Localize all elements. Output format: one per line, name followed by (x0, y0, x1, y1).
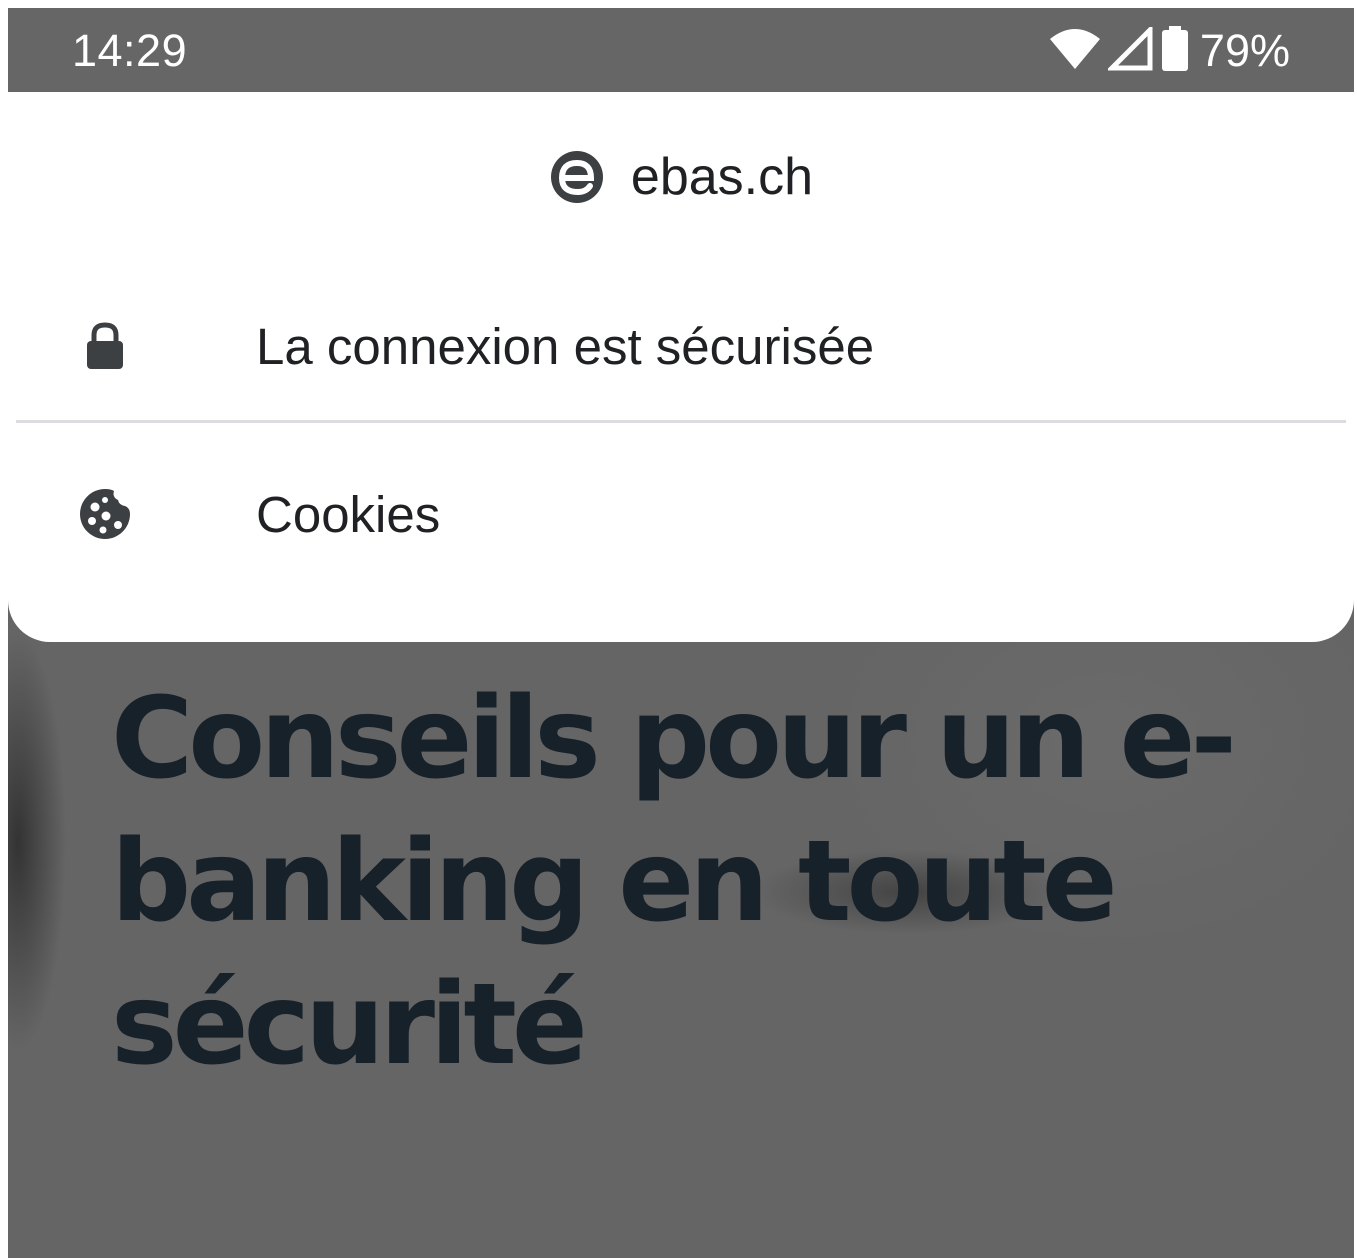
connection-secure-label: La connexion est sécurisée (256, 317, 875, 375)
site-info-sheet: ebas.ch La connexion est sécurisée Cooki… (8, 92, 1354, 642)
battery-icon (1160, 26, 1190, 76)
ebas-logo-icon (549, 149, 605, 205)
screen: 14:29 79% Conseils pour un e-banking en … (8, 8, 1354, 1258)
page-heading: Conseils pour un e-banking en toute sécu… (111, 674, 1237, 1090)
site-domain: ebas.ch (630, 148, 814, 206)
cookies-label: Cookies (256, 485, 441, 543)
cookie-icon (74, 483, 136, 545)
wifi-icon (1048, 27, 1102, 75)
status-icons: 79% (1048, 23, 1290, 76)
battery-percent: 79% (1199, 25, 1290, 76)
site-info-header: ebas.ch (8, 142, 1354, 212)
divider (16, 420, 1346, 423)
status-bar: 14:29 79% (8, 8, 1354, 92)
cookies-row[interactable]: Cookies (8, 454, 1354, 574)
status-time: 14:29 (72, 25, 188, 76)
cell-signal-icon (1105, 23, 1154, 75)
lock-icon (74, 315, 136, 377)
connection-secure-row[interactable]: La connexion est sécurisée (8, 286, 1354, 406)
